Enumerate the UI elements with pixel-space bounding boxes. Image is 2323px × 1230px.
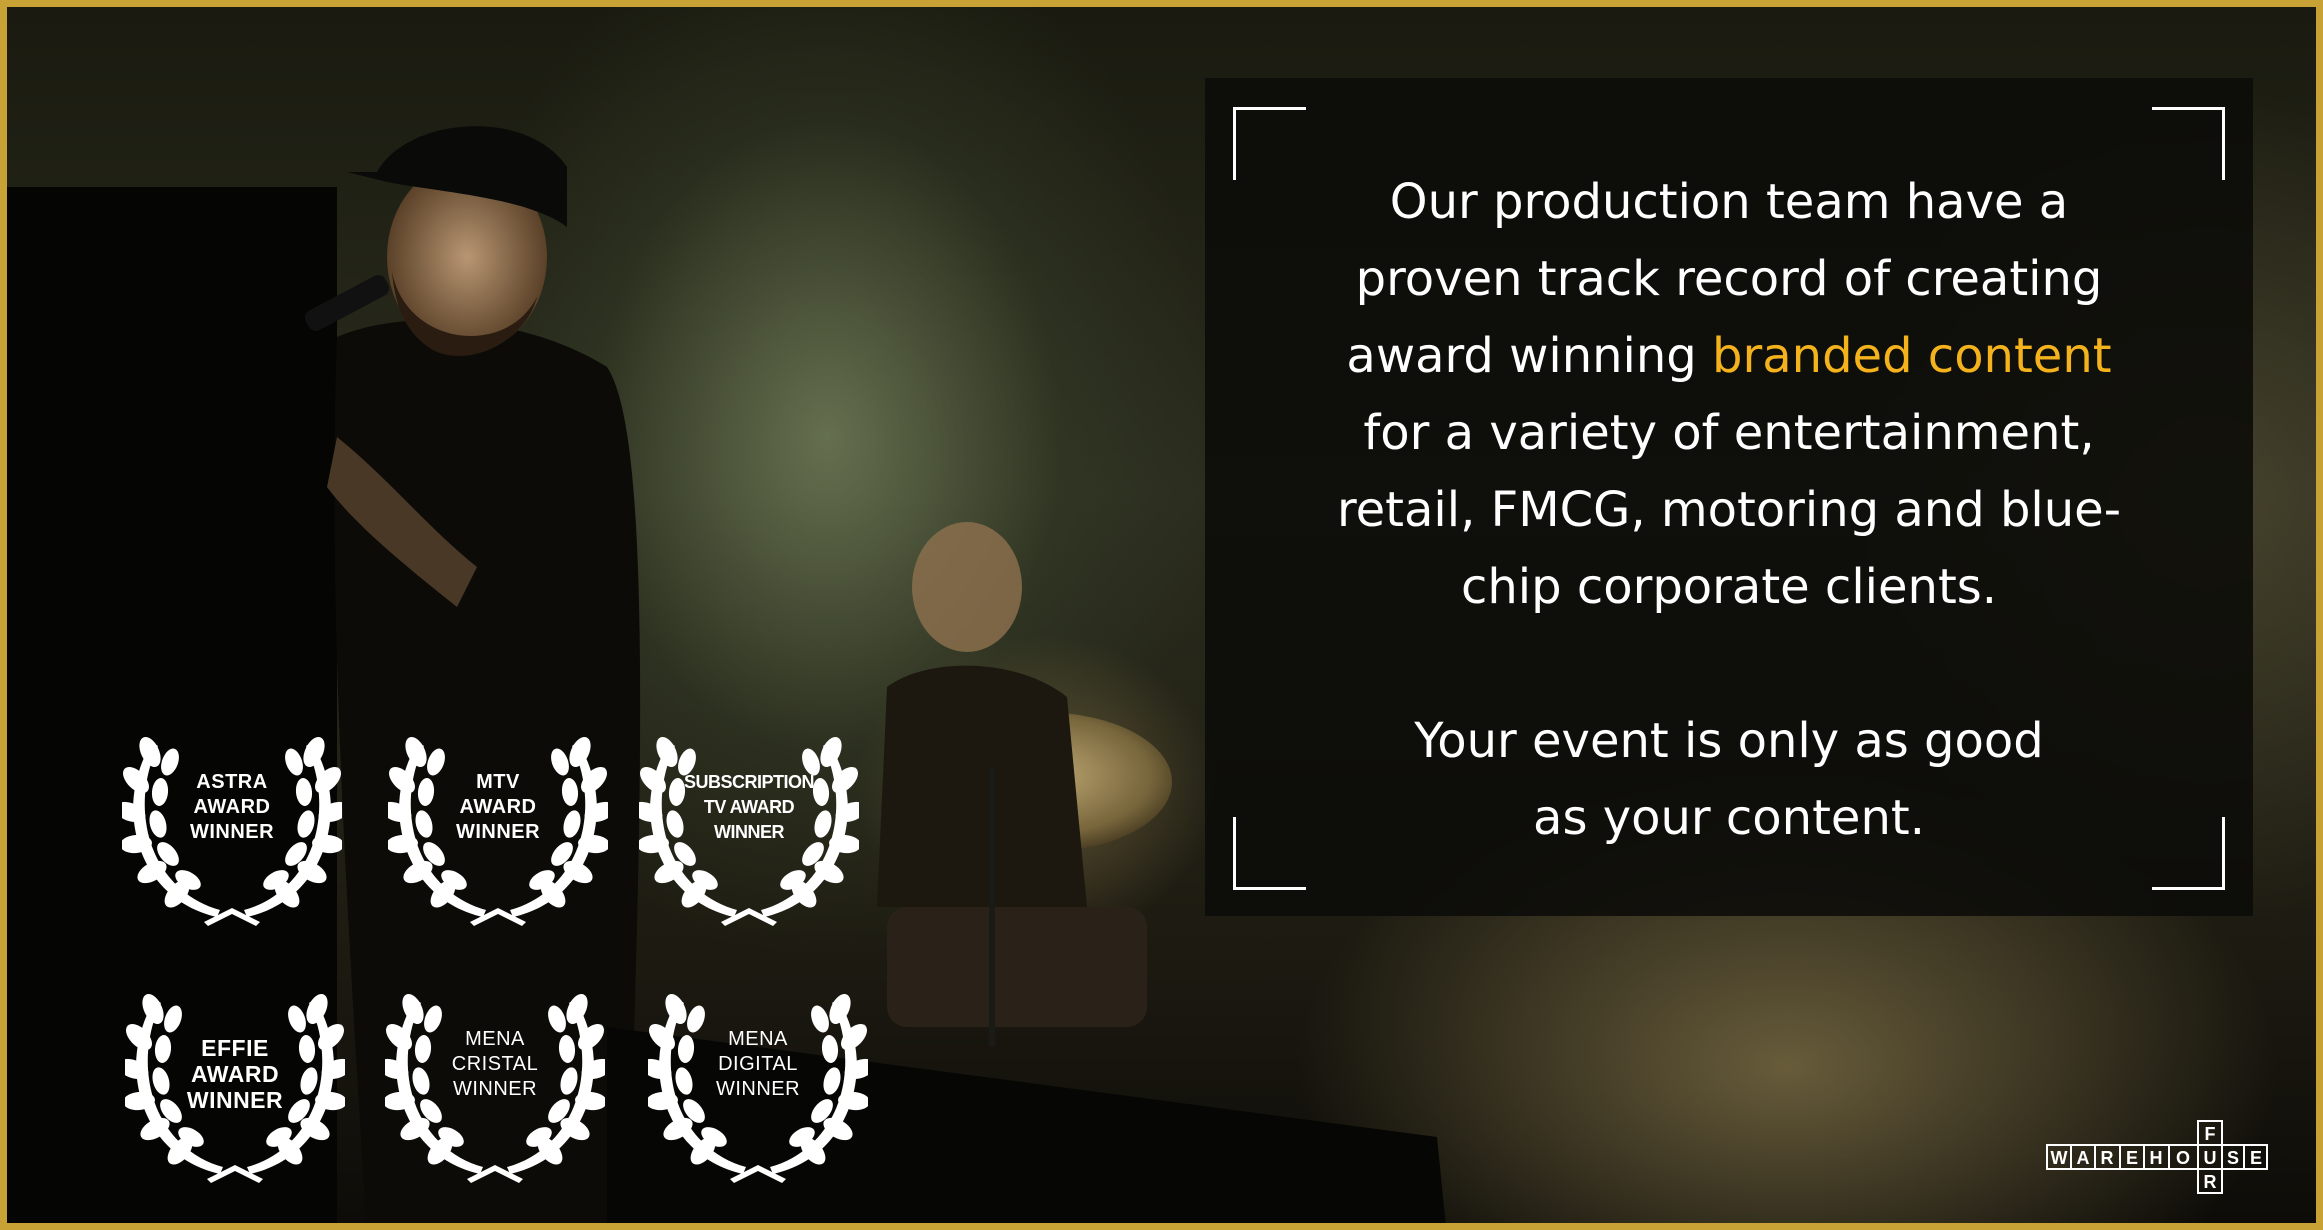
caption-line: chip corporate clients. (1460, 559, 1998, 615)
caption-line: Our production team have a (1389, 174, 2069, 230)
caption-text: Our production team have a proven track … (1265, 164, 2193, 857)
award-label: ASTRA AWARD WINNER (189, 771, 275, 843)
award-label: MTV AWARD WINNER (455, 771, 541, 843)
caption-line: proven track record of creating (1355, 251, 2103, 307)
logo-letter: R (2204, 1172, 2217, 1192)
drummer-face (912, 522, 1022, 652)
logo-letter: E (2250, 1148, 2262, 1168)
drum-kit (887, 907, 1147, 1027)
caption-line-part: award winning (1346, 328, 1713, 384)
logo-letter: W (2051, 1148, 2068, 1168)
logo-letter: A (2077, 1148, 2090, 1168)
tagline-line: as your content. (1533, 790, 1925, 846)
logo-letter: U (2204, 1148, 2217, 1168)
caption-line: for a variety of entertainment, (1363, 405, 2095, 461)
award-label: MENA DIGITAL WINNER (715, 1028, 801, 1100)
award-mena-cristal: MENA CRISTAL WINNER (385, 979, 605, 1189)
logo-letter: F (2205, 1124, 2216, 1144)
logo-letter: S (2227, 1148, 2239, 1168)
slide-frame: ASTRA AWARD WINNER MTV AWARD WINNER SUBS… (0, 0, 2323, 1230)
caption-line: retail, FMCG, motoring and blue- (1336, 482, 2122, 538)
tagline-line: Your event is only as good (1414, 713, 2044, 769)
drummer-body (877, 665, 1087, 907)
award-subscription-tv: SUBSCRIPTION TV AWARD WINNER (639, 722, 859, 932)
logo-letter: O (2176, 1148, 2190, 1168)
award-mtv: MTV AWARD WINNER (388, 722, 608, 932)
award-mena-digital: MENA DIGITAL WINNER (648, 979, 868, 1189)
logo-letter: H (2150, 1148, 2163, 1168)
award-effie: EFFIE AWARD WINNER (125, 979, 345, 1189)
caption-box: Our production team have a proven track … (1205, 78, 2253, 916)
logo-letter: E (2126, 1148, 2138, 1168)
logo-letter: R (2101, 1148, 2114, 1168)
warehouse-logo: W A R E H O U S E F R (2046, 1120, 2268, 1194)
cymbal-stand (989, 767, 995, 1047)
caption-line: award winning branded content (1265, 318, 2193, 395)
award-label: MENA CRISTAL WINNER (451, 1028, 539, 1100)
branded-content-highlight: branded content (1712, 328, 2112, 384)
award-astra: ASTRA AWARD WINNER (122, 722, 342, 932)
award-label: SUBSCRIPTION TV AWARD WINNER (683, 772, 815, 842)
award-label: EFFIE AWARD WINNER (186, 1035, 284, 1113)
